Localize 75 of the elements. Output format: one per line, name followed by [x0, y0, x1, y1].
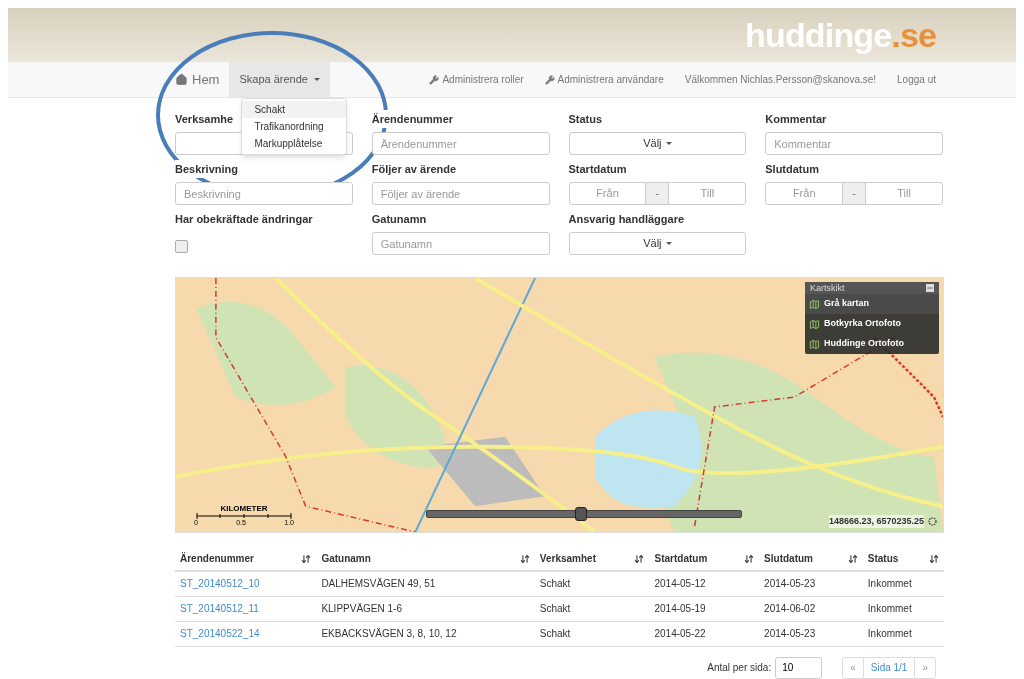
column-header[interactable]: Slutdatum	[764, 551, 813, 566]
per-page-label: Antal per sida:	[707, 661, 772, 675]
table-cell: Schakt	[539, 628, 571, 639]
case-link[interactable]: ST_20140512_10	[180, 578, 260, 590]
sort-icon	[519, 553, 530, 564]
scale-bar-icon	[196, 513, 292, 519]
layer-item[interactable]: Huddinge Ortofoto	[805, 334, 939, 354]
checkbox[interactable]	[175, 240, 188, 253]
layer-item[interactable]: Botkyrka Ortofoto	[805, 314, 939, 334]
table-cell: Inkommet	[867, 603, 912, 614]
spinner-icon	[928, 516, 937, 526]
sort-icon	[744, 553, 755, 564]
table-cell: 2014-05-19	[654, 603, 706, 614]
admin-link[interactable]: Administrera användare	[544, 72, 664, 87]
wrench-icon	[544, 74, 555, 85]
select-dropdown[interactable]: Välj	[568, 232, 747, 255]
date-from-field[interactable]: Från	[568, 182, 647, 205]
input-field[interactable]: Ärendenummer	[371, 132, 550, 155]
map-icon	[809, 298, 820, 310]
date-from-field[interactable]: Från	[765, 182, 844, 205]
case-link[interactable]: ST_20140512_11	[180, 603, 259, 614]
table-cell: Inkommet	[867, 578, 912, 590]
column-header[interactable]: Status	[867, 551, 899, 566]
sort-icon	[634, 553, 645, 564]
input-field[interactable]: Beskrivning	[175, 182, 353, 205]
zoom-slider[interactable]	[426, 510, 742, 518]
table-cell: EKBACKSVÄGEN 3, 8, 10, 12	[321, 628, 457, 639]
table-cell: 2014-05-12	[654, 578, 706, 590]
scale-title: KILOMETER	[220, 505, 268, 513]
menu-item[interactable]: Schakt	[242, 101, 347, 118]
date-to-field[interactable]: Till	[668, 182, 747, 205]
input-field[interactable]: Gatunamn	[371, 232, 550, 255]
admin-link[interactable]: Administrera roller	[429, 72, 524, 87]
input-field[interactable]: Kommentar	[765, 132, 943, 155]
layer-panel-title: Kartskikt	[810, 283, 845, 293]
table-cell: KLIPPVÄGEN 1-6	[321, 603, 402, 614]
sort-icon	[929, 553, 939, 564]
table-cell: Schakt	[539, 578, 571, 590]
sort-icon	[847, 553, 858, 564]
column-header[interactable]: Verksamhet	[539, 551, 596, 566]
case-link[interactable]: ST_20140522_14	[180, 628, 260, 639]
table-cell: DALHEMSVÄGEN 49, 51	[321, 578, 436, 590]
minimize-icon	[926, 284, 934, 292]
menu-item[interactable]: Trafikanordning	[242, 118, 347, 135]
table-cell: 2014-05-22	[654, 628, 706, 639]
wrench-icon	[429, 74, 440, 85]
table-cell: Inkommet	[867, 628, 912, 639]
date-to-field[interactable]: Till	[865, 182, 943, 205]
table-cell: 2014-05-23	[764, 628, 816, 639]
layer-item[interactable]: Grå kartan	[805, 294, 939, 314]
home-link[interactable]: Hem	[165, 62, 230, 97]
column-header[interactable]: Startdatum	[654, 551, 708, 566]
coordinates-text: 148666.23, 6570235.25	[828, 514, 924, 528]
table-cell: 2014-06-02	[764, 603, 816, 614]
home-icon	[175, 73, 188, 86]
field-label: Beskrivning	[175, 160, 238, 178]
table-cell: Schakt	[539, 603, 571, 614]
table-cell: 2014-05-23	[764, 578, 816, 590]
field-label: Ärendenummer	[371, 110, 454, 128]
range-separator: -	[843, 182, 866, 205]
sort-icon	[301, 553, 312, 564]
logout-link[interactable]: Logga ut	[897, 72, 936, 87]
input-field[interactable]: Följer av ärende	[371, 182, 550, 205]
column-header[interactable]: Ärendenummer	[180, 551, 254, 566]
create-case-menu[interactable]: Skapa ärende	[229, 62, 330, 97]
range-separator: -	[646, 182, 669, 205]
column-header[interactable]: Gatunamn	[321, 551, 371, 566]
map-icon	[809, 338, 820, 350]
menu-item[interactable]: Markupplåtelse	[242, 135, 347, 152]
slider-thumb[interactable]	[574, 507, 587, 521]
page-indicator[interactable]: Sida 1/1	[863, 656, 915, 679]
select-dropdown[interactable]: Välj	[568, 132, 747, 155]
welcome-text: Välkommen Nichlas.Persson@skanova.se!	[684, 73, 877, 87]
map-icon	[809, 318, 820, 330]
per-page-field[interactable]: 10	[775, 656, 823, 679]
